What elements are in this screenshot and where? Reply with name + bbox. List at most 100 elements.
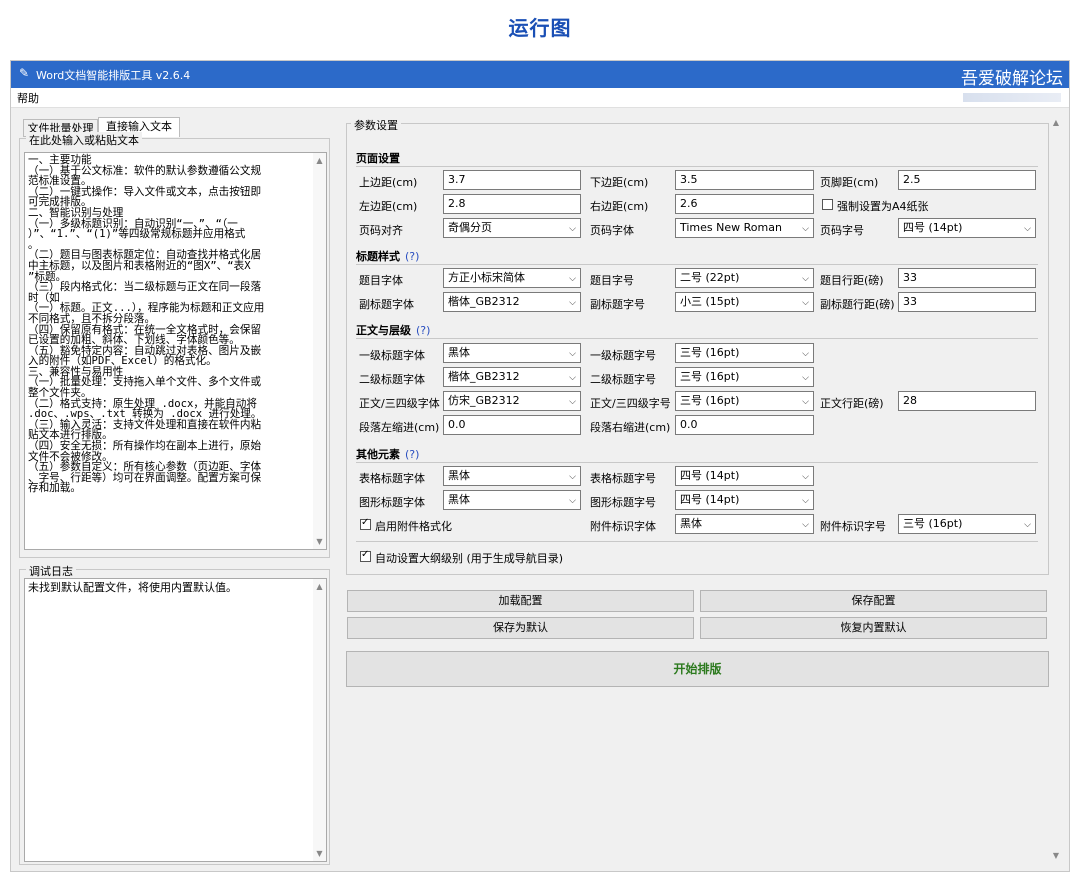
title-font-select[interactable]: 方正小标宋简体 ⌵ <box>443 268 581 288</box>
enable-attachment-checkbox[interactable] <box>360 517 371 530</box>
chevron-down-icon: ⌵ <box>569 496 576 506</box>
outline-level-checkbox[interactable] <box>360 549 371 562</box>
page-number-font-select[interactable]: Times New Roman ⌵ <box>675 218 814 238</box>
debug-log-scrollbar[interactable]: ▲ ▼ <box>313 579 326 861</box>
subtitle-spacing-label: 副标题行距(磅) <box>820 298 895 311</box>
chevron-down-icon: ⌵ <box>802 224 809 234</box>
title-spacing-input[interactable]: 33 <box>898 268 1036 288</box>
subtitle-font-label: 副标题字体 <box>359 298 414 311</box>
params-scroll-down-icon[interactable]: ▼ <box>1051 851 1061 860</box>
section-body-style: 正文与层级 (?) <box>356 322 430 338</box>
params-scroll-up-icon[interactable]: ▲ <box>1051 118 1061 127</box>
h1-size-label: 一级标题字号 <box>590 349 656 362</box>
chevron-down-icon: ⌵ <box>569 298 576 308</box>
table-title-font-label: 表格标题字体 <box>359 472 425 485</box>
load-config-button[interactable]: 加载配置 <box>347 590 694 612</box>
save-config-button[interactable]: 保存配置 <box>700 590 1047 612</box>
scroll-down-icon[interactable]: ▼ <box>313 537 326 546</box>
footer-distance-input[interactable]: 2.5 <box>898 170 1036 190</box>
chevron-down-icon: ⌵ <box>569 224 576 234</box>
text-input-scrollbar[interactable]: ▲ ▼ <box>313 153 326 549</box>
title-style-help-icon[interactable]: (?) <box>405 250 419 263</box>
scroll-up-icon[interactable]: ▲ <box>313 156 326 165</box>
chevron-down-icon: ⌵ <box>802 397 809 407</box>
menu-fade <box>963 93 1061 102</box>
h2-size-select[interactable]: 三号 (16pt) ⌵ <box>675 367 814 387</box>
h1-font-value: 黑体 <box>448 346 470 359</box>
bottom-margin-label: 下边距(cm) <box>590 176 649 189</box>
subtitle-size-value: 小三 (15pt) <box>680 295 740 308</box>
body-size-select[interactable]: 三号 (16pt) ⌵ <box>675 391 814 411</box>
top-margin-label: 上边距(cm) <box>359 176 418 189</box>
attachment-size-label: 附件标识字号 <box>820 520 886 533</box>
other-elements-help-icon[interactable]: (?) <box>405 448 419 461</box>
right-margin-label: 右边距(cm) <box>590 200 649 213</box>
subtitle-size-label: 副标题字号 <box>590 298 645 311</box>
scroll-down-icon[interactable]: ▼ <box>313 849 326 858</box>
chevron-down-icon: ⌵ <box>1024 224 1031 234</box>
title-font-value: 方正小标宋简体 <box>448 271 525 284</box>
force-a4-checkbox[interactable] <box>822 199 833 210</box>
h2-font-value: 楷体_GB2312 <box>448 370 520 383</box>
subtitle-spacing-input[interactable]: 33 <box>898 292 1036 312</box>
h2-font-select[interactable]: 楷体_GB2312 ⌵ <box>443 367 581 387</box>
chevron-down-icon: ⌵ <box>802 298 809 308</box>
section-divider <box>356 338 1038 339</box>
text-line: （三）段内格式化：当二级标题与正文在同一段落 <box>28 281 262 294</box>
table-title-size-select[interactable]: 四号 (14pt) ⌵ <box>675 466 814 486</box>
brand-watermark: 吾爱破解论坛 <box>961 69 1063 89</box>
h1-size-select[interactable]: 三号 (16pt) ⌵ <box>675 343 814 363</box>
page-number-size-label: 页码字号 <box>820 224 864 237</box>
text-line: 一、主要功能 <box>28 154 92 166</box>
debug-log-area[interactable]: 未找到默认配置文件，将使用内置默认值。 ▲ ▼ <box>24 578 327 862</box>
scroll-up-icon[interactable]: ▲ <box>313 582 326 591</box>
section-title-style: 标题样式 (?) <box>356 248 419 264</box>
chevron-down-icon: ⌵ <box>802 349 809 359</box>
figure-title-font-label: 图形标题字体 <box>359 496 425 509</box>
menu-help[interactable]: 帮助 <box>17 90 39 106</box>
right-indent-input[interactable]: 0.0 <box>675 415 814 435</box>
chevron-down-icon: ⌵ <box>569 472 576 482</box>
table-title-font-select[interactable]: 黑体 ⌵ <box>443 466 581 486</box>
title-bar: ✎ Word文档智能排版工具 v2.6.4 吾爱破解论坛 <box>11 61 1069 89</box>
start-formatting-button[interactable]: 开始排版 <box>346 651 1049 687</box>
chevron-down-icon: ⌵ <box>802 472 809 482</box>
left-margin-input[interactable]: 2.8 <box>443 194 581 214</box>
restore-default-button[interactable]: 恢复内置默认 <box>700 617 1047 639</box>
text-input-group-title: 在此处输入或粘贴文本 <box>26 132 142 148</box>
section-body-style-label: 正文与层级 <box>356 324 411 337</box>
save-as-default-button[interactable]: 保存为默认 <box>347 617 694 639</box>
subtitle-size-select[interactable]: 小三 (15pt) ⌵ <box>675 292 814 312</box>
left-indent-input[interactable]: 0.0 <box>443 415 581 435</box>
debug-log-content: 未找到默认配置文件，将使用内置默认值。 <box>28 581 312 595</box>
chevron-down-icon: ⌵ <box>569 397 576 407</box>
title-size-select[interactable]: 二号 (22pt) ⌵ <box>675 268 814 288</box>
page-number-size-select[interactable]: 四号 (14pt) ⌵ <box>898 218 1036 238</box>
h1-font-label: 一级标题字体 <box>359 349 425 362</box>
right-margin-input[interactable]: 2.6 <box>675 194 814 214</box>
title-spacing-label: 题目行距(磅) <box>820 274 884 287</box>
h1-font-select[interactable]: 黑体 ⌵ <box>443 343 581 363</box>
text-line: ）”、“1.”、“(1)”等四级常规标题并应用格式 <box>28 228 246 241</box>
text-input-area[interactable]: 一、主要功能 （一）基于公文标准：软件的默认参数遵循公文规 范标准设置。 （二）一键式… <box>24 152 327 550</box>
figure-title-size-select[interactable]: 四号 (14pt) ⌵ <box>675 490 814 510</box>
page-number-font-label: 页码字体 <box>590 224 634 237</box>
top-margin-input[interactable]: 3.7 <box>443 170 581 190</box>
body-style-help-icon[interactable]: (?) <box>416 324 430 337</box>
app-icon: ✎ <box>19 66 30 80</box>
force-a4-label: 强制设置为A4纸张 <box>837 200 929 213</box>
body-font-value: 仿宋_GB2312 <box>448 394 520 407</box>
chevron-down-icon: ⌵ <box>569 349 576 359</box>
body-font-label: 正文/三四级字体 <box>359 397 440 410</box>
body-spacing-input[interactable]: 28 <box>898 391 1036 411</box>
figure-title-font-select[interactable]: 黑体 ⌵ <box>443 490 581 510</box>
page-number-align-select[interactable]: 奇偶分页 ⌵ <box>443 218 581 238</box>
left-margin-label: 左边距(cm) <box>359 200 418 213</box>
subtitle-font-select[interactable]: 楷体_GB2312 ⌵ <box>443 292 581 312</box>
bottom-margin-input[interactable]: 3.5 <box>675 170 814 190</box>
attachment-font-select[interactable]: 黑体 ⌵ <box>675 514 814 534</box>
attachment-size-select[interactable]: 三号 (16pt) ⌵ <box>898 514 1036 534</box>
chevron-down-icon: ⌵ <box>569 373 576 383</box>
body-font-select[interactable]: 仿宋_GB2312 ⌵ <box>443 391 581 411</box>
chevron-down-icon: ⌵ <box>1024 520 1031 530</box>
